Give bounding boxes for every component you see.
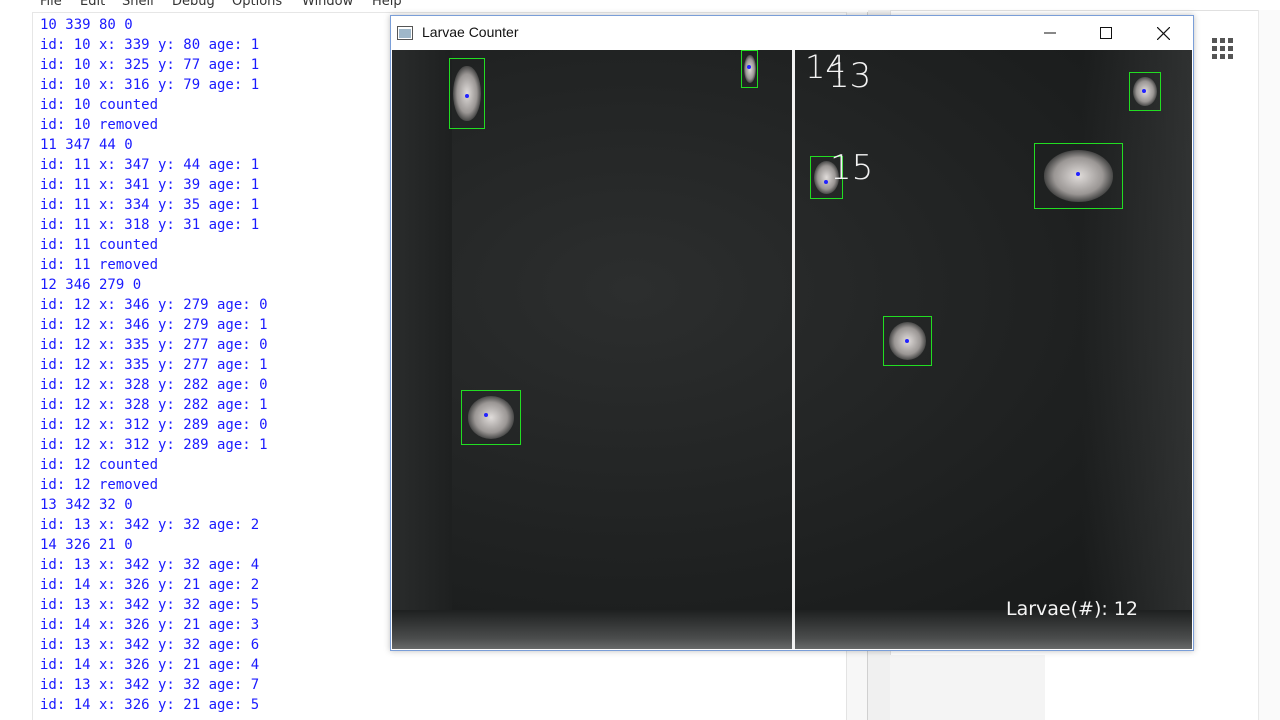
menu-shell[interactable]: Shell — [122, 0, 154, 9]
larvae-count-label: Larvae(#): 12 — [1006, 598, 1138, 620]
shell-output-line: id: 13 x: 342 y: 32 age: 7 — [40, 677, 260, 693]
minimize-button[interactable] — [1027, 16, 1073, 50]
count-line — [792, 50, 795, 649]
close-icon — [1157, 27, 1170, 40]
window-app-icon — [397, 26, 413, 40]
larvae-counter-window: Larvae Counter 14 13 15 Larvae(#): 12 — [390, 15, 1194, 651]
track-label-13: 13 — [828, 56, 872, 96]
centroid-marker — [1076, 172, 1080, 176]
menu-window[interactable]: Window — [302, 0, 353, 9]
grid-menu-icon[interactable] — [1212, 38, 1234, 60]
video-shade — [392, 50, 452, 649]
centroid-marker — [905, 339, 909, 343]
background-window-topline — [868, 10, 1280, 11]
menu-help[interactable]: Help — [372, 0, 402, 9]
background-panel — [890, 655, 1045, 720]
minimize-icon — [1044, 32, 1056, 34]
centroid-marker — [747, 65, 751, 69]
larva-blob — [743, 54, 756, 84]
shell-gutter — [0, 0, 33, 720]
detection-box — [741, 50, 758, 88]
shell-divider — [32, 12, 868, 13]
detection-box — [883, 316, 932, 366]
window-title: Larvae Counter — [422, 24, 519, 40]
maximize-button[interactable] — [1083, 16, 1129, 50]
centroid-marker — [465, 94, 469, 98]
centroid-marker — [1142, 89, 1146, 93]
centroid-marker — [484, 413, 488, 417]
detection-box — [1034, 143, 1123, 209]
video-shine — [1082, 50, 1192, 649]
menu-options[interactable]: Options — [232, 0, 282, 9]
centroid-marker — [824, 180, 828, 184]
detection-box — [461, 390, 521, 445]
track-label-15: 15 — [830, 148, 874, 188]
menu-debug[interactable]: Debug — [172, 0, 215, 9]
title-bar[interactable]: Larvae Counter — [391, 16, 1193, 50]
larva-blob — [467, 396, 515, 439]
shell-output-line: id: 14 x: 326 y: 21 age: 4 — [40, 657, 260, 673]
detection-box — [449, 58, 485, 129]
menu-file[interactable]: File — [40, 0, 62, 9]
larva-blob — [1043, 150, 1114, 202]
background-window-right-strip — [1258, 10, 1280, 720]
shell-menubar: File Edit Shell Debug Options Window Hel… — [32, 0, 868, 12]
shell-output-line: id: 14 x: 326 y: 21 age: 5 — [40, 697, 260, 713]
video-frame: 14 13 15 Larvae(#): 12 — [392, 50, 1192, 649]
maximize-icon — [1100, 27, 1112, 39]
menu-edit[interactable]: Edit — [80, 0, 105, 9]
detection-box — [1129, 72, 1161, 111]
close-button[interactable] — [1140, 16, 1186, 50]
